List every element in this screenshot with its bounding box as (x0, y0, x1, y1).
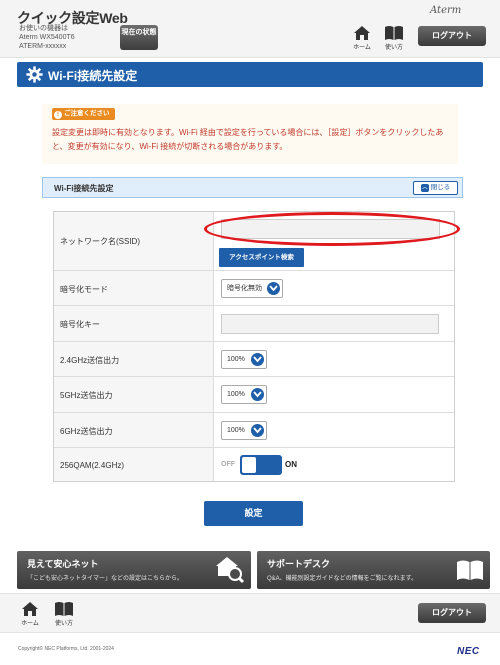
encryption-mode-select[interactable]: 暗号化無効 (221, 279, 283, 298)
toggle-knob (242, 457, 256, 473)
form-row-power-24: 2.4GHz送信出力 100% (54, 341, 454, 376)
encryption-key-input[interactable] (221, 314, 439, 334)
power-24-select[interactable]: 100% (221, 350, 267, 369)
device-model: Aterm WX5400T6 (19, 34, 75, 41)
chevron-down-icon (267, 282, 280, 295)
page-title: Wi-Fi接続先設定 (48, 69, 138, 83)
chevron-down-icon (251, 388, 264, 401)
power-24-value: 100% (227, 356, 245, 363)
notice-text: 設定変更は即時に有効となります。Wi-Fi 経由で設定を行っている場合には、［設… (52, 128, 444, 151)
settings-form: ネットワーク名(SSID) アクセスポイント検索 暗号化モード 暗号化無効 暗号… (53, 211, 455, 482)
toggle-off-label: OFF (221, 461, 235, 468)
promo-title: 見えて安心ネット (27, 559, 99, 569)
collapse-button[interactable]: ︿ 閉じる (413, 181, 458, 195)
manual-nav-label: 使い方 (384, 45, 403, 51)
manual-nav[interactable]: 使い方 (381, 25, 407, 51)
form-row-ssid: ネットワーク名(SSID) アクセスポイント検索 (54, 212, 454, 270)
qam256-label: 256QAM(2.4GHz) (60, 461, 125, 470)
form-row-power-5: 5GHz送信出力 100% (54, 376, 454, 412)
encryption-mode-label: 暗号化モード (60, 285, 108, 294)
notice-box: ! ご注意ください 設定変更は即時に有効となります。Wi-Fi 経由で設定を行って… (42, 104, 458, 164)
logout-button[interactable]: ログアウト (418, 26, 486, 46)
ssid-input[interactable] (221, 219, 440, 239)
footer-manual-nav[interactable]: 使い方 (51, 601, 77, 627)
copyright: Copyright© NEC Platforms, Ltd. 2001-2024 (18, 646, 114, 652)
collapse-label: 閉じる (430, 184, 451, 191)
book-icon (457, 560, 483, 580)
promo-desc: Q&A、機能別設定ガイドなどの情報をご覧になれます。 (267, 576, 418, 582)
page-title-bar: Wi-Fi接続先設定 (17, 62, 483, 87)
encryption-key-label: 暗号化キー (60, 320, 100, 329)
notice-badge-label: ご注意ください (64, 110, 110, 117)
section-header: Wi-Fi接続先設定 ︿ 閉じる (42, 177, 463, 198)
top-bar: クイック設定Web お使いの機器は Aterm WX5400T6 ATERM-x… (0, 0, 500, 58)
power-6-select[interactable]: 100% (221, 421, 267, 440)
encryption-mode-value: 暗号化無効 (227, 285, 262, 292)
home-icon (354, 26, 370, 40)
power-6-label: 6GHz送信出力 (60, 427, 113, 436)
home-search-icon (216, 557, 245, 584)
power-5-select[interactable]: 100% (221, 385, 267, 404)
nec-logo: NEC (457, 646, 480, 657)
promo-support-desk[interactable]: サポートデスク Q&A、機能別設定ガイドなどの情報をご覧になれます。 (257, 551, 490, 589)
footer-home-label: ホーム (21, 621, 39, 627)
footer-manual-label: 使い方 (54, 621, 73, 627)
section-title: Wi-Fi接続先設定 (54, 184, 114, 193)
home-icon (22, 602, 38, 616)
current-status-button[interactable]: 現在の状態 (120, 25, 158, 50)
chevron-down-icon (251, 353, 264, 366)
power-6-value: 100% (227, 427, 245, 434)
power-5-value: 100% (227, 391, 245, 398)
home-nav[interactable]: ホーム (349, 25, 375, 51)
gear-icon (26, 66, 43, 83)
device-info: お使いの機器は Aterm WX5400T6 ATERM-xxxxxx (19, 24, 75, 51)
promo-desc: 「こども安心ネットタイマー」などの設定はこちらから。 (27, 576, 184, 582)
power-5-label: 5GHz送信出力 (60, 391, 113, 400)
form-row-power-6: 6GHz送信出力 100% (54, 412, 454, 447)
notice-badge: ! ご注意ください (52, 108, 115, 120)
promo-title: サポートデスク (267, 559, 331, 569)
submit-button[interactable]: 設定 (204, 501, 303, 526)
device-caption: お使いの機器は (19, 25, 68, 32)
footer-logout-button[interactable]: ログアウト (418, 603, 486, 623)
home-nav-label: ホーム (353, 45, 371, 51)
ssid-label: ネットワーク名(SSID) (60, 237, 140, 246)
form-row-encryption-mode: 暗号化モード 暗号化無効 (54, 270, 454, 305)
exclamation-icon: ! (54, 111, 62, 119)
chevron-up-icon: ︿ (420, 184, 429, 192)
device-id: ATERM-xxxxxx (19, 43, 67, 50)
form-row-encryption-key: 暗号化キー (54, 305, 454, 341)
book-icon (55, 602, 73, 616)
chevron-down-icon (251, 424, 264, 437)
toggle-on-label: ON (285, 460, 297, 469)
form-row-256qam: 256QAM(2.4GHz) OFF ON (54, 447, 454, 481)
power-24-label: 2.4GHz送信出力 (60, 356, 120, 365)
access-point-search-button[interactable]: アクセスポイント検索 (219, 248, 304, 267)
brand-logo: Aterm (430, 5, 462, 16)
qam256-toggle[interactable] (240, 455, 282, 475)
footer-nav: ホーム 使い方 ログアウト (0, 593, 500, 633)
promo-mieru-anshin[interactable]: 見えて安心ネット 「こども安心ネットタイマー」などの設定はこちらから。 (17, 551, 251, 589)
book-icon (385, 26, 403, 40)
footer-home-nav[interactable]: ホーム (17, 601, 43, 627)
